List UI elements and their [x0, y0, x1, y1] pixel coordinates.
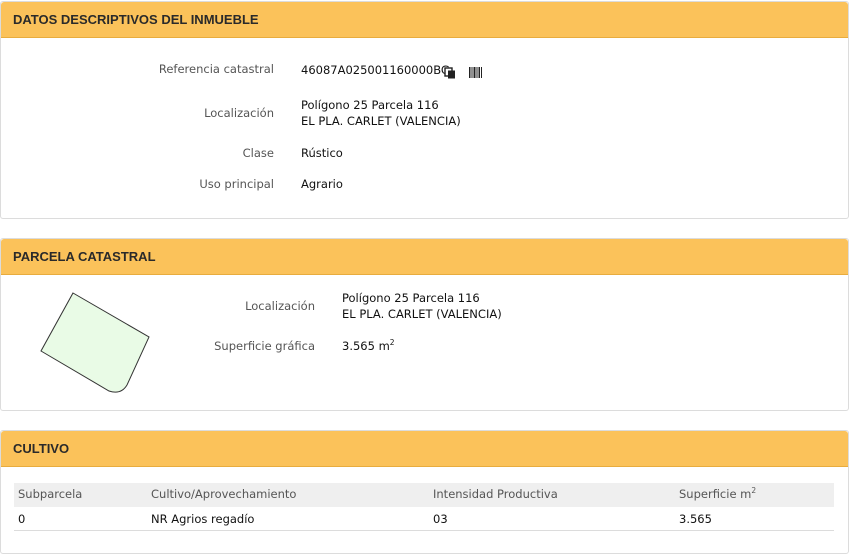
parcela-catastral-header: PARCELA CATASTRAL [1, 239, 848, 275]
cultivo-table: Subparcela Cultivo/Aprovechamiento Inten… [14, 483, 834, 531]
superficie-grafica-label: Superficie gráfica [214, 339, 315, 353]
parcel-map-thumbnail[interactable] [39, 291, 151, 395]
parcela-catastral-panel: PARCELA CATASTRAL Localización Polígono … [0, 238, 849, 411]
parcela-localizacion-label: Localización [245, 299, 315, 313]
clase-label: Clase [242, 146, 274, 160]
barcode-icon[interactable] [469, 63, 483, 78]
localizacion-line2: EL PLA. CARLET (VALENCIA) [301, 114, 461, 128]
col-subparcela: Subparcela [18, 487, 83, 501]
localizacion-label: Localización [204, 106, 274, 120]
datos-descriptivos-header: DATOS DESCRIPTIVOS DEL INMUEBLE [1, 2, 848, 38]
cell-subparcela: 0 [18, 512, 26, 526]
referencia-catastral-label: Referencia catastral [158, 62, 274, 76]
clase-value: Rústico [301, 146, 343, 160]
cultivo-header: CULTIVO [1, 431, 848, 467]
parcela-localizacion-line1: Polígono 25 Parcela 116 [342, 291, 480, 305]
localizacion-line1: Polígono 25 Parcela 116 [301, 98, 439, 112]
col-cultivo: Cultivo/Aprovechamiento [151, 487, 297, 501]
parcela-localizacion-line2: EL PLA. CARLET (VALENCIA) [342, 307, 502, 321]
table-header-row: Subparcela Cultivo/Aprovechamiento Inten… [14, 483, 834, 507]
superficie-grafica-value: 3.565 m2 [342, 338, 395, 353]
cultivo-panel: CULTIVO Subparcela Cultivo/Aprovechamien… [0, 430, 849, 554]
uso-principal-value: Agrario [301, 177, 343, 191]
col-superficie: Superficie m2 [679, 486, 757, 501]
col-intensidad: Intensidad Productiva [433, 487, 558, 501]
referencia-catastral-value: 46087A025001160000BG [301, 63, 450, 77]
cell-superficie: 3.565 [679, 512, 712, 526]
table-row: 0 NR Agrios regadío 03 3.565 [14, 507, 834, 531]
uso-principal-label: Uso principal [199, 177, 274, 191]
cell-intensidad: 03 [433, 512, 448, 526]
datos-descriptivos-panel: DATOS DESCRIPTIVOS DEL INMUEBLE Referenc… [0, 1, 849, 219]
cell-cultivo: NR Agrios regadío [151, 512, 255, 526]
copy-icon[interactable] [444, 64, 456, 79]
